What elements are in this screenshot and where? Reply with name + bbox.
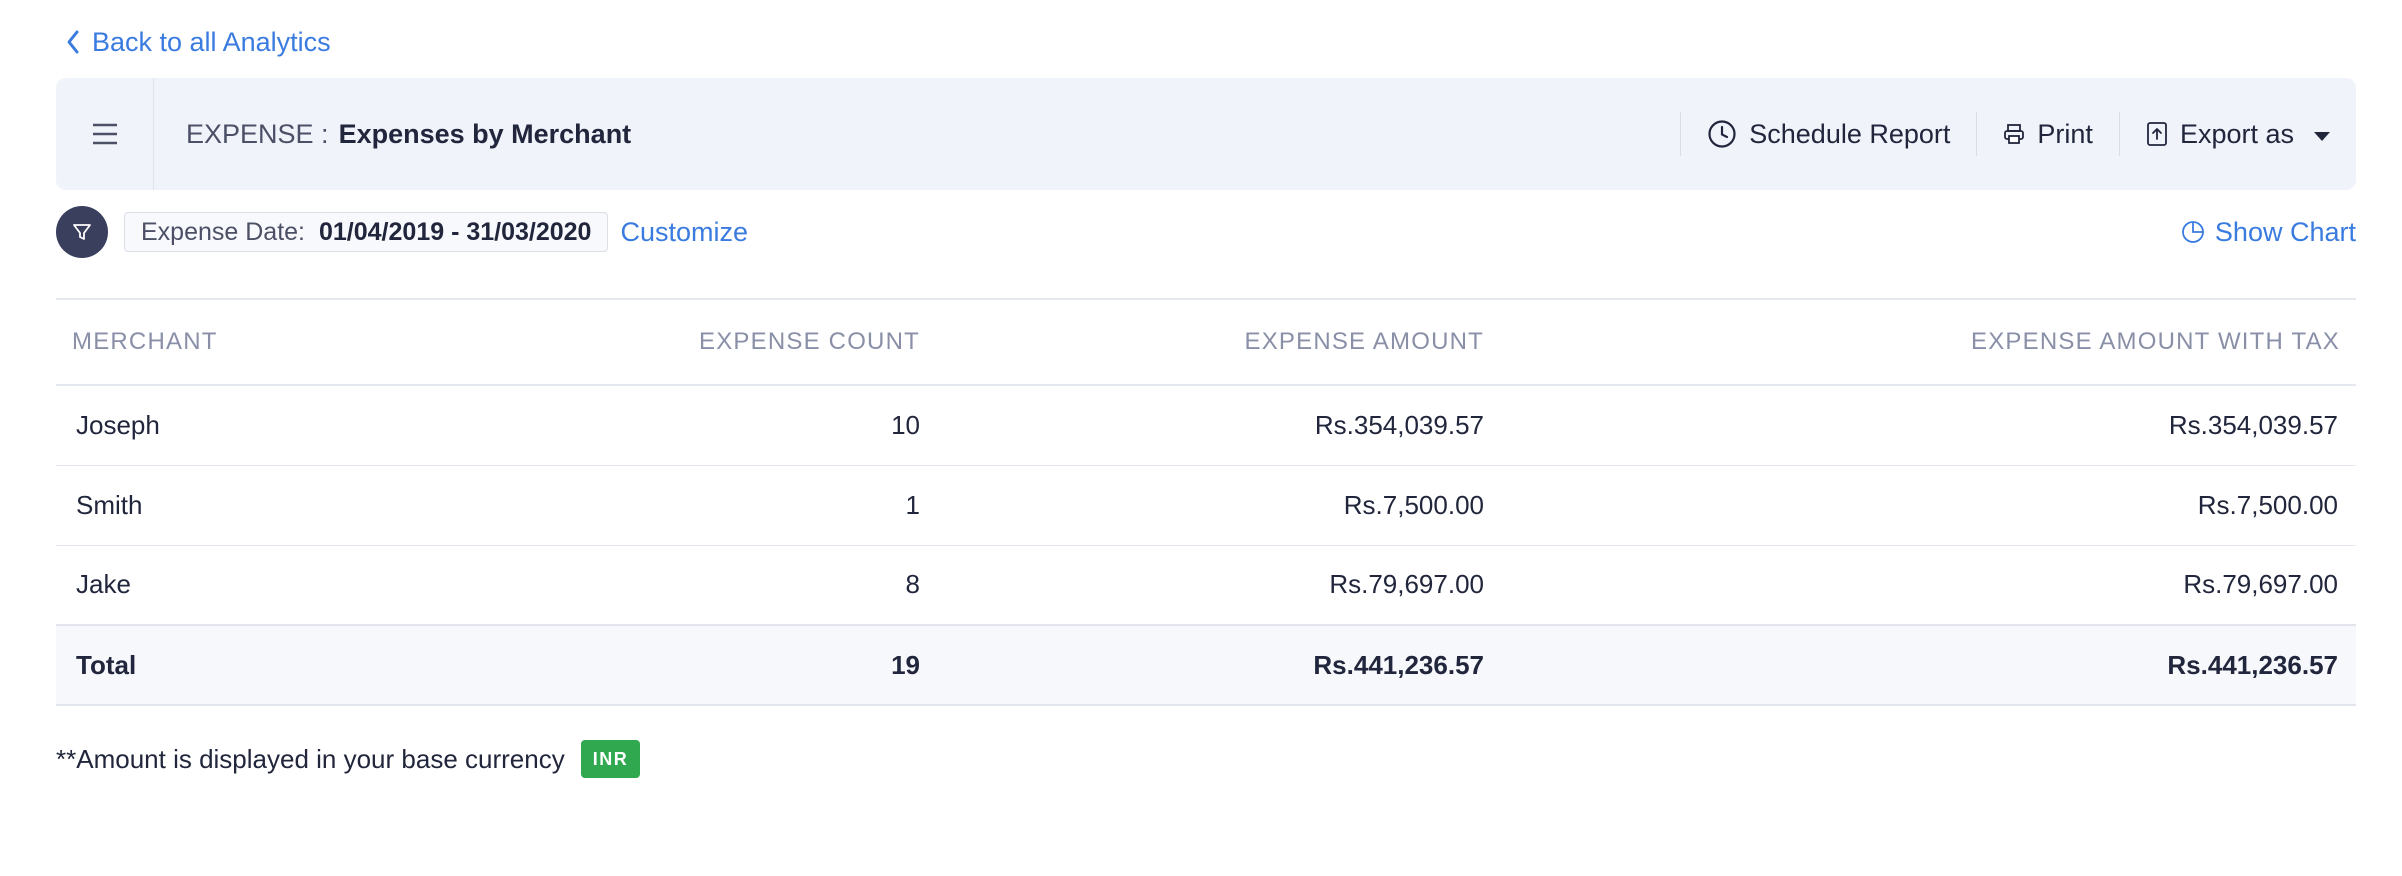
total-amount-cell: Rs.441,236.57 (938, 624, 1502, 706)
expense-amount-cell: Rs.7,500.00 (938, 465, 1502, 546)
filter-bar: Expense Date: 01/04/2019 - 31/03/2020 Cu… (56, 206, 2356, 258)
footnote-text: **Amount is displayed in your base curre… (56, 743, 565, 774)
report-table: MERCHANT EXPENSE COUNT EXPENSE AMOUNT EX… (56, 298, 2356, 706)
table-header-row: MERCHANT EXPENSE COUNT EXPENSE AMOUNT EX… (56, 298, 2356, 386)
report-header: EXPENSE : Expenses by Merchant Schedule … (56, 78, 2356, 190)
total-count-cell: 19 (586, 624, 938, 706)
chevron-left-icon (67, 30, 79, 54)
expense-count-cell: 10 (586, 385, 938, 466)
total-row: Total 19 Rs.441,236.57 Rs.441,236.57 (56, 624, 2356, 706)
schedule-report-label: Schedule Report (1749, 118, 1951, 149)
clock-icon (1708, 120, 1736, 148)
amount-with-tax-cell: Rs.354,039.57 (1502, 385, 2356, 466)
schedule-report-button[interactable]: Schedule Report (1681, 78, 1976, 190)
currency-footnote: **Amount is displayed in your base curre… (56, 738, 641, 780)
show-chart-label: Show Chart (2214, 216, 2356, 247)
expense-amount-cell: Rs.79,697.00 (938, 545, 1502, 626)
column-header-merchant[interactable]: MERCHANT (56, 298, 586, 386)
table-row: Smith 1 Rs.7,500.00 Rs.7,500.00 (56, 465, 2356, 546)
printer-icon (2004, 124, 2025, 144)
filter-label: Expense Date: (141, 217, 305, 246)
expense-amount-cell: Rs.354,039.57 (938, 385, 1502, 466)
column-header-expense-amount[interactable]: EXPENSE AMOUNT (938, 298, 1502, 386)
pie-chart-icon (2182, 221, 2204, 243)
report-name: Expenses by Merchant (338, 118, 632, 149)
amount-with-tax-cell: Rs.7,500.00 (1502, 465, 2356, 546)
export-as-dropdown[interactable]: Export as (2120, 78, 2356, 190)
expense-count-cell: 8 (586, 545, 938, 626)
table-row: Jake 8 Rs.79,697.00 Rs.79,697.00 (56, 545, 2356, 626)
header-actions: Schedule Report Print Export as (1680, 78, 2356, 190)
show-chart-button[interactable]: Show Chart (2181, 217, 2356, 248)
filter-icon (73, 224, 91, 240)
back-link-label: Back to all Analytics (92, 26, 331, 57)
expense-date-filter[interactable]: Expense Date: 01/04/2019 - 31/03/2020 (124, 212, 609, 252)
print-label: Print (2037, 118, 2093, 149)
filter-value: 01/04/2019 - 31/03/2020 (319, 217, 592, 246)
menu-button[interactable] (56, 78, 154, 190)
hamburger-menu-icon (92, 123, 117, 145)
merchant-cell: Joseph (56, 385, 586, 466)
total-amount-with-tax-cell: Rs.441,236.57 (1502, 624, 2356, 706)
export-icon (2147, 122, 2167, 146)
table-row: Joseph 10 Rs.354,039.57 Rs.354,039.57 (56, 385, 2356, 466)
export-as-label: Export as (2179, 118, 2294, 149)
merchant-cell: Jake (56, 545, 586, 626)
amount-with-tax-cell: Rs.79,697.00 (1502, 545, 2356, 626)
filter-button[interactable] (56, 206, 108, 258)
merchant-cell: Smith (56, 465, 586, 546)
total-label-cell: Total (56, 624, 586, 706)
column-header-amount-with-tax[interactable]: EXPENSE AMOUNT WITH TAX (1502, 298, 2356, 386)
report-module: EXPENSE : (186, 118, 329, 149)
print-button[interactable]: Print (1977, 78, 2119, 190)
column-header-expense-count[interactable]: EXPENSE COUNT (586, 298, 938, 386)
back-to-analytics-link[interactable]: Back to all Analytics (64, 22, 331, 62)
page-title: EXPENSE : Expenses by Merchant (186, 119, 631, 150)
currency-badge: INR (580, 740, 641, 778)
chevron-down-icon (2314, 131, 2330, 141)
expense-count-cell: 1 (586, 465, 938, 546)
customize-link[interactable]: Customize (620, 217, 748, 248)
